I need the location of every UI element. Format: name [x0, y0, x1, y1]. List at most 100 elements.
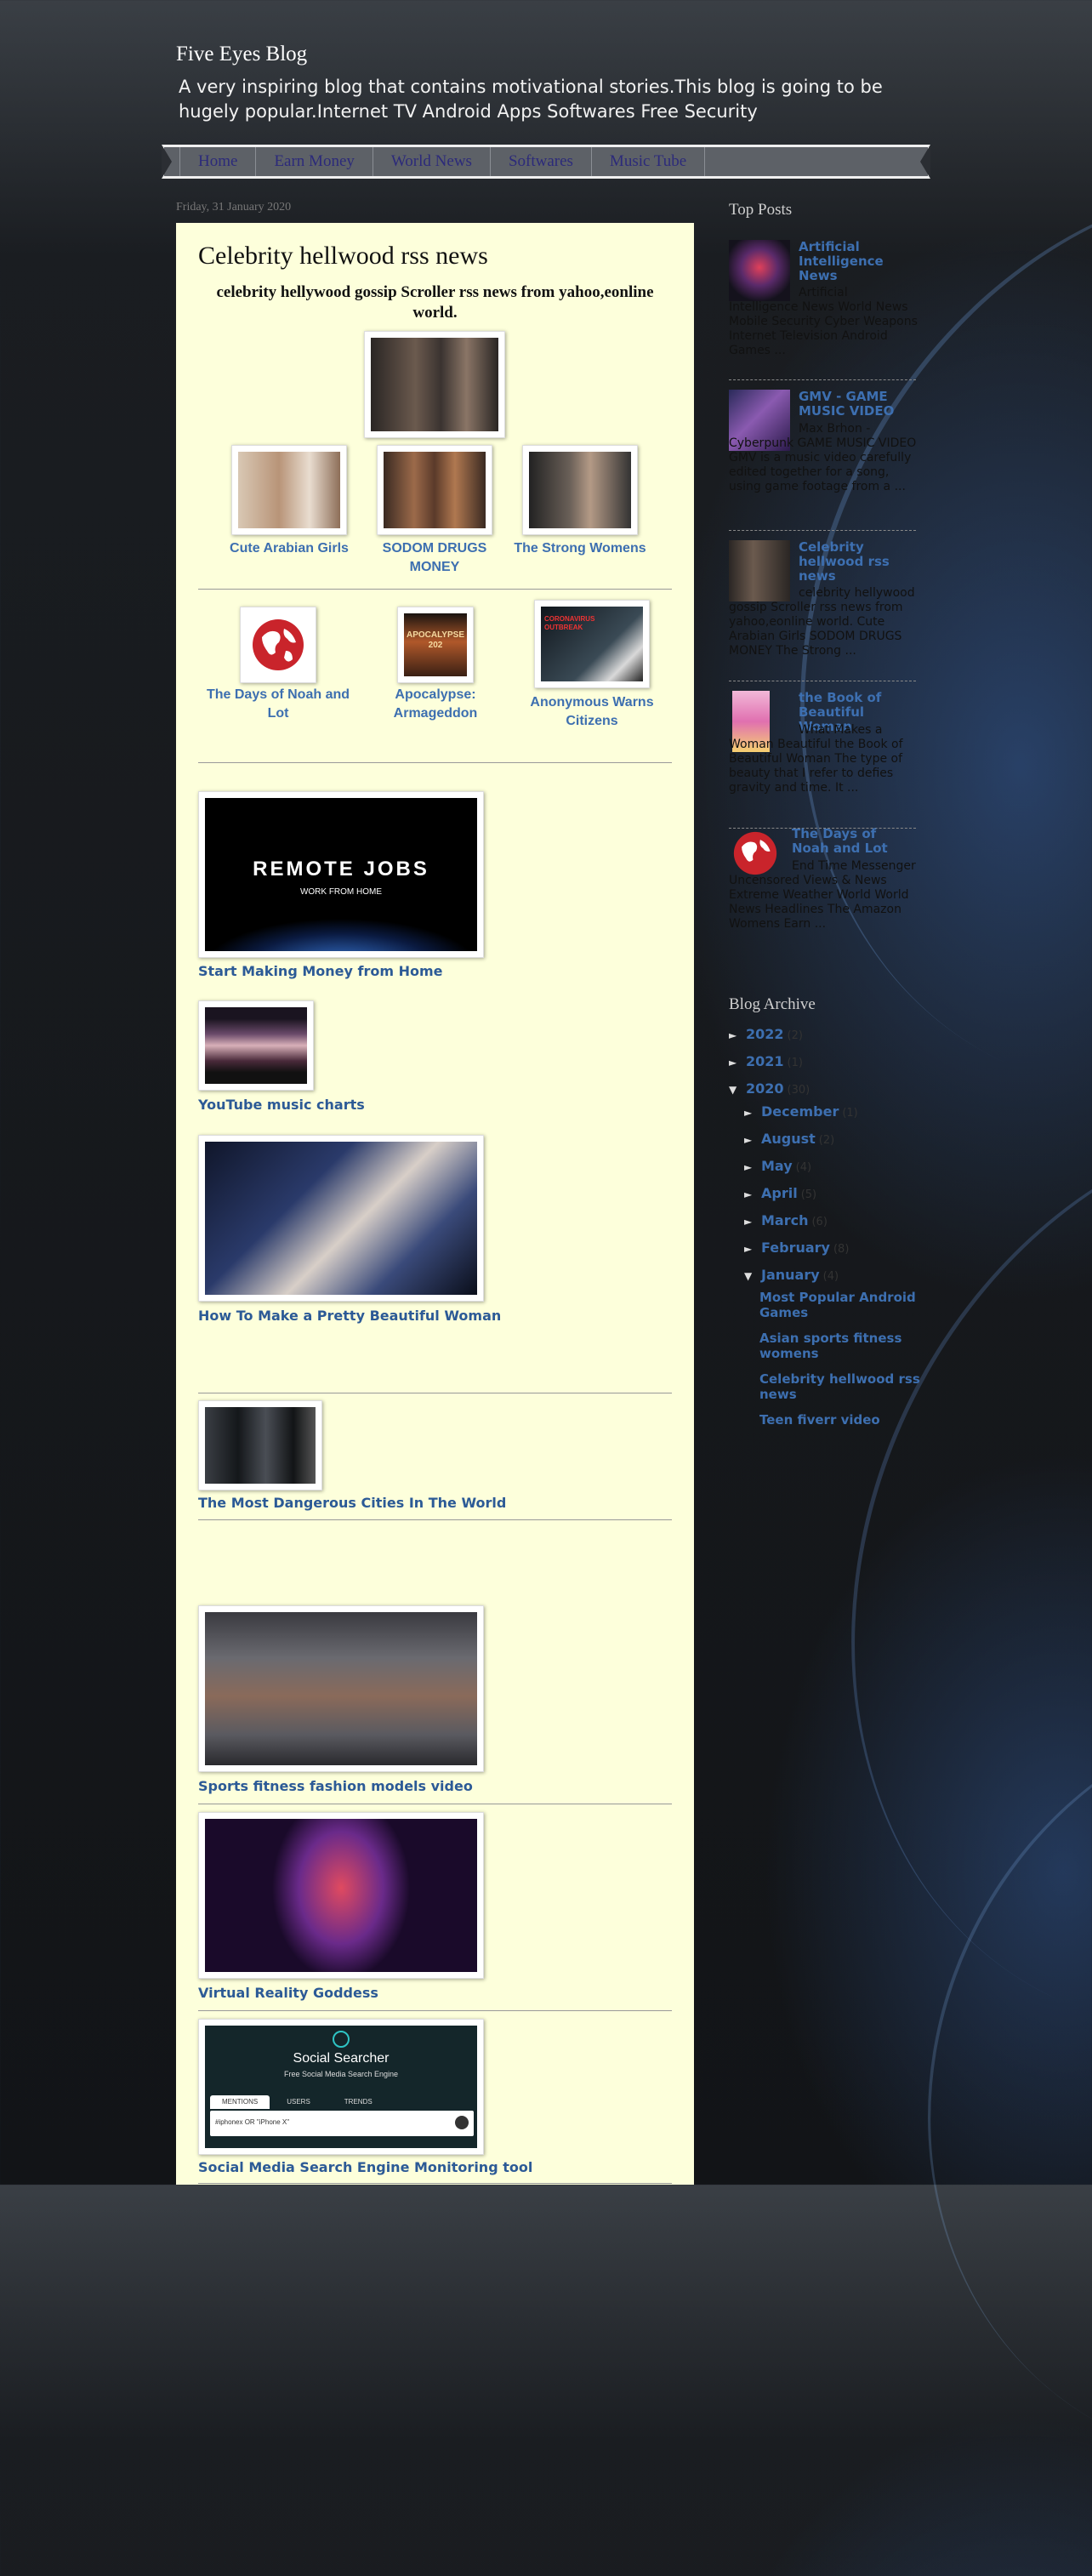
top-post-2[interactable]: GMV - GAME MUSIC VIDEO Max Brhon - Cyber… [729, 390, 918, 531]
photo [205, 1142, 477, 1295]
collapse-arrow-icon[interactable]: ▼ [729, 1084, 746, 1096]
social-searcher-logo-icon [333, 2031, 350, 2048]
link-sports-fitness-models[interactable]: Sports fitness fashion models video [198, 1778, 473, 1794]
blog-title[interactable]: Five Eyes Blog [176, 43, 307, 66]
photo [205, 1819, 477, 1972]
thumbnail-virtual-reality-goddess[interactable] [198, 1812, 484, 1979]
archive-month-may[interactable]: ► May (4) [744, 1158, 811, 1174]
social-searcher-tab-trends: TRENDS [344, 2098, 373, 2106]
expand-arrow-icon[interactable]: ► [744, 1216, 761, 1228]
archive-post-asian-sports-fitness[interactable]: Asian sports fitness womens [759, 1331, 930, 1361]
archive-month-label[interactable]: August [761, 1131, 816, 1147]
remote-jobs-title: REMOTE JOBS [253, 858, 429, 881]
archive-month-march[interactable]: ► March (6) [744, 1212, 828, 1228]
expand-arrow-icon[interactable]: ► [744, 1188, 761, 1200]
expand-arrow-icon[interactable]: ► [729, 1057, 746, 1069]
link-anonymous-warns-citizens[interactable]: Anonymous Warns Citizens [520, 693, 664, 731]
archive-month-august[interactable]: ► August (2) [744, 1131, 834, 1147]
thumbnail-top[interactable] [364, 331, 505, 438]
nav-item-music-tube[interactable]: Music Tube [592, 147, 706, 176]
photo [205, 1007, 307, 1084]
archive-month-label[interactable]: April [761, 1185, 798, 1201]
photo [205, 1407, 316, 1484]
expand-arrow-icon[interactable]: ► [744, 1161, 761, 1173]
nav-item-softwares[interactable]: Softwares [491, 147, 592, 176]
expand-arrow-icon[interactable]: ► [744, 1134, 761, 1146]
thumbnail-anonymous-warns[interactable]: CORONAVIRUS OUTBREAK [534, 600, 650, 688]
top-post-title[interactable]: Artificial Intelligence News [799, 240, 918, 283]
archive-post-celebrity-hellwood[interactable]: Celebrity hellwood rss news [759, 1371, 930, 1402]
top-posts-heading: Top Posts [729, 201, 793, 219]
thumbnail-youtube-music-charts[interactable] [198, 1000, 314, 1091]
thumbnail-remote-jobs[interactable]: REMOTE JOBS WORK FROM HOME [198, 791, 484, 958]
link-the-strong-womens[interactable]: The Strong Womens [509, 539, 651, 558]
social-searcher-title: Social Searcher [293, 2051, 390, 2066]
top-post-title[interactable]: The Days of Noah and Lot [792, 827, 911, 856]
top-post-snippet: What Makes a Woman Beautiful the Book of… [729, 723, 903, 795]
link-days-of-noah-and-lot[interactable]: The Days of Noah and Lot [202, 686, 355, 723]
photo [384, 452, 486, 528]
collapse-arrow-icon[interactable]: ▼ [744, 1270, 761, 1282]
top-post-1[interactable]: Artificial Intelligence News Artificial … [729, 240, 918, 380]
nav-item-earn-money[interactable]: Earn Money [256, 147, 373, 176]
nav-item-world-news[interactable]: World News [373, 147, 491, 176]
link-apocalypse-armageddon[interactable]: Apocalypse: Armageddon [372, 686, 499, 723]
archive-year-2021[interactable]: ► 2021 (1) [729, 1053, 803, 1069]
top-post-title[interactable]: GMV - GAME MUSIC VIDEO [799, 390, 918, 419]
social-searcher-tabs: MENTIONS USERS TRENDS [210, 2095, 474, 2109]
thumbnail-sports-fitness[interactable] [198, 1605, 484, 1772]
link-start-making-money[interactable]: Start Making Money from Home [198, 963, 442, 979]
apocalypse-poster-text: APOCALYPSE 202 [407, 630, 464, 650]
top-post-3[interactable]: Celebrity hellwood rss news celebrity he… [729, 540, 916, 681]
archive-month-label[interactable]: January [761, 1267, 820, 1283]
archive-year-label[interactable]: 2021 [746, 1053, 784, 1069]
archive-count: (2) [818, 1134, 835, 1147]
thumbnail-the-strong-womens[interactable] [522, 445, 638, 535]
nav-ribbon-notch-left [162, 145, 172, 179]
archive-month-label[interactable]: March [761, 1212, 808, 1228]
archive-year-label[interactable]: 2020 [746, 1080, 784, 1097]
thumbnail-sodom-drugs-money[interactable] [377, 445, 492, 535]
top-post-4[interactable]: the Book of Beautiful Woman What Makes a… [729, 691, 916, 829]
thumbnail-days-of-noah[interactable] [240, 607, 316, 683]
thumbnail-apocalypse[interactable]: APOCALYPSE 202 [397, 607, 474, 683]
link-youtube-music-charts[interactable]: YouTube music charts [198, 1097, 365, 1113]
archive-year-2020[interactable]: ▼ 2020 (30) [729, 1080, 810, 1097]
archive-month-december[interactable]: ► December (1) [744, 1103, 858, 1120]
archive-month-label[interactable]: December [761, 1103, 839, 1120]
archive-month-january[interactable]: ▼ January (4) [744, 1267, 839, 1283]
post-body: Celebrity hellwood rss news celebrity he… [176, 223, 694, 2185]
expand-arrow-icon[interactable]: ► [744, 1243, 761, 1255]
archive-month-label[interactable]: February [761, 1240, 830, 1256]
archive-post-most-popular-android-games[interactable]: Most Popular Android Games [759, 1290, 930, 1320]
archive-month-april[interactable]: ► April (5) [744, 1185, 816, 1201]
archive-year-label[interactable]: 2022 [746, 1026, 784, 1042]
archive-post-teen-fiverr-video[interactable]: Teen fiverr video [759, 1412, 930, 1428]
top-post-title[interactable]: Celebrity hellwood rss news [799, 540, 918, 584]
archive-month-label[interactable]: May [761, 1158, 793, 1174]
post-title[interactable]: Celebrity hellwood rss news [198, 242, 488, 271]
archive-year-2022[interactable]: ► 2022 (2) [729, 1026, 803, 1042]
expand-arrow-icon[interactable]: ► [744, 1107, 761, 1119]
archive-count: (6) [811, 1216, 828, 1228]
thumbnail-dangerous-cities[interactable] [198, 1400, 322, 1490]
expand-arrow-icon[interactable]: ► [729, 1029, 746, 1041]
link-social-media-search-engine[interactable]: Social Media Search Engine Monitoring to… [198, 2159, 532, 2175]
link-virtual-reality-goddess[interactable]: Virtual Reality Goddess [198, 1985, 378, 2001]
link-most-dangerous-cities[interactable]: The Most Dangerous Cities In The World [198, 1495, 506, 1511]
thumbnail-social-searcher[interactable]: Social Searcher Free Social Media Search… [198, 2019, 484, 2155]
archive-count: (1) [842, 1107, 858, 1120]
blog-archive-heading: Blog Archive [729, 995, 816, 1013]
photo [529, 452, 631, 528]
background-streak [805, 1593, 1092, 2576]
thumbnail-pretty-beautiful-woman[interactable] [198, 1135, 484, 1302]
thumbnail-cute-arabian-girls[interactable] [231, 445, 347, 535]
link-cute-arabian-girls[interactable]: Cute Arabian Girls [219, 539, 360, 558]
archive-month-february[interactable]: ► February (8) [744, 1240, 849, 1256]
top-post-5[interactable]: The Days of Noah and Lot End Time Messen… [729, 827, 916, 967]
link-sodom-drugs-money[interactable]: SODOM DRUGS MONEY [362, 539, 507, 577]
apocalypse-poster: APOCALYPSE 202 [404, 613, 467, 676]
nav-item-home[interactable]: Home [179, 147, 257, 176]
top-navigation: Home Earn Money World News Softwares Mus… [162, 145, 930, 179]
link-how-to-make-pretty-woman[interactable]: How To Make a Pretty Beautiful Woman [198, 1308, 501, 1324]
